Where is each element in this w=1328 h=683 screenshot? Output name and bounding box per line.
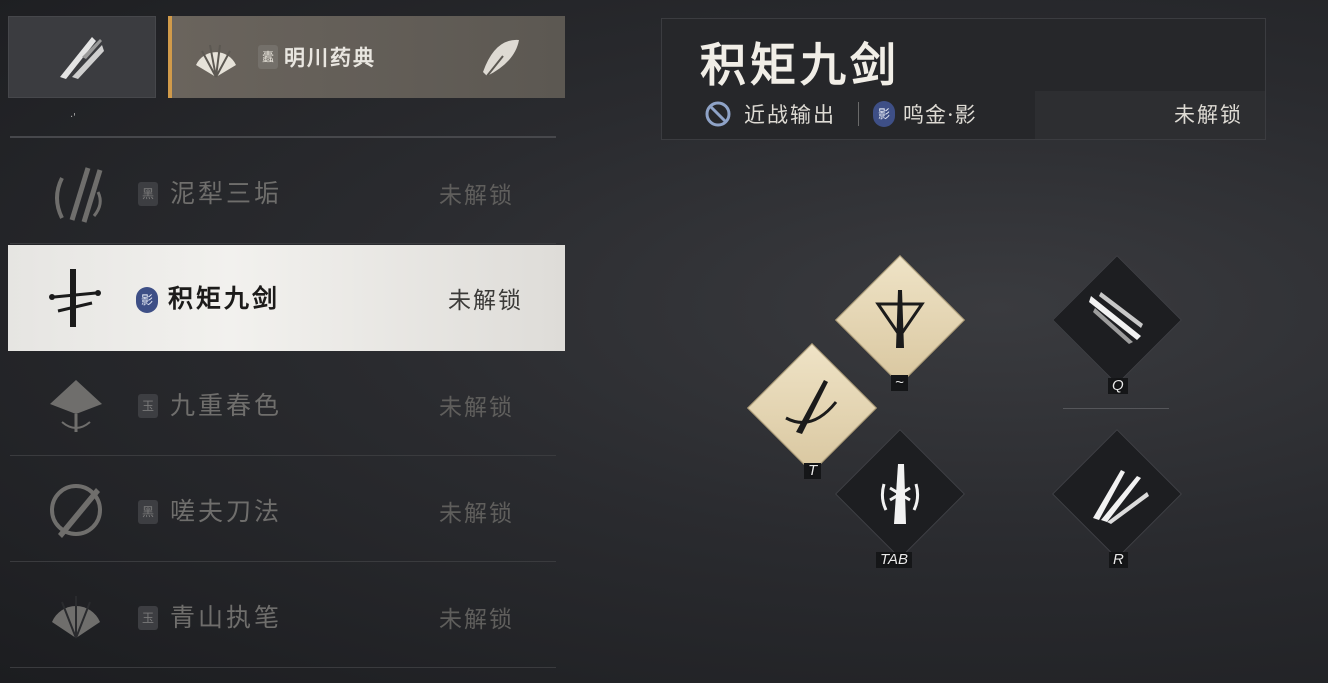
role-tag: 近战输出 [744, 103, 836, 127]
feather-fan-icon [483, 39, 519, 77]
list-item-name: 嗟夫刀法 [170, 497, 283, 526]
element-tag: 鸣金·影 [903, 103, 977, 127]
skill-tags: 近战输出 影 鸣金·影 [704, 99, 977, 129]
warrior-icon [880, 464, 920, 524]
list-item-status: 未解锁 [448, 288, 523, 314]
fan-icon [196, 44, 236, 78]
skill-tab[interactable]: TAB [834, 428, 966, 568]
school-badge: 黑 [138, 182, 158, 206]
school-badge: 玉 [138, 394, 158, 418]
multi-blade-icon [1093, 470, 1149, 524]
key-label: R [1109, 552, 1128, 568]
list-item[interactable]: 黑嗟夫刀法 未解锁 [10, 458, 556, 562]
list-item-status: 未解锁 [439, 501, 514, 527]
skill-tilde[interactable]: ~ [834, 254, 966, 391]
list-item-status: 未解锁 [439, 607, 514, 633]
category-tile-blades[interactable] [8, 16, 156, 98]
sword-cross-icon [49, 269, 101, 327]
list-item-name: 泥犁三垢 [170, 179, 283, 208]
circle-blade-icon [50, 484, 102, 538]
dash-strike-icon [1089, 292, 1143, 344]
list-item-name: 积矩九剑 [168, 284, 281, 313]
tag-separator [858, 102, 859, 126]
skill-r[interactable]: R [1051, 428, 1183, 568]
list-item[interactable]: 黑泥犁三垢 未解锁 [10, 140, 556, 244]
school-badge: 黑 [138, 500, 158, 524]
school-badge: 影 [136, 287, 158, 313]
tab-badge: 蠹 [258, 45, 278, 69]
page-indicator: ·' [70, 112, 76, 123]
tab-mingchuan-yaodian[interactable]: 蠹 明川药典 [168, 16, 565, 98]
list-divider [10, 136, 556, 138]
list-item-status: 未解锁 [439, 395, 514, 421]
tab-title: 明川药典 [284, 45, 376, 70]
school-badge: 玉 [138, 606, 158, 630]
skill-t[interactable]: T [746, 342, 878, 479]
list-item[interactable]: 玉青山执笔 未解锁 [10, 564, 556, 668]
fan-icon [52, 596, 100, 639]
list-item-status: 未解锁 [439, 183, 514, 209]
key-label: Q [1108, 378, 1128, 394]
melee-icon [705, 101, 731, 127]
list-item-name: 九重春色 [170, 391, 283, 420]
triangle-sword-icon [875, 290, 925, 348]
triple-slash-icon [55, 167, 103, 223]
list-item[interactable]: 玉九重春色 未解锁 [10, 352, 556, 456]
divider-line [1063, 408, 1169, 409]
umbrella-icon [50, 380, 102, 432]
sword-slash-icon [785, 380, 838, 434]
unlock-status: 未解锁 [1174, 103, 1243, 127]
skill-title: 积矩九剑 [700, 38, 900, 92]
key-label: T [804, 463, 822, 479]
key-label: ~ [891, 375, 908, 391]
blades-icon [60, 37, 104, 79]
skill-q[interactable]: Q [1051, 254, 1183, 394]
key-label: TAB [876, 552, 913, 568]
skill-info-panel: 积矩九剑 近战输出 影 鸣金·影 未解锁 [661, 18, 1266, 140]
element-badge: 影 [873, 101, 895, 127]
list-item-name: 青山执笔 [170, 603, 283, 632]
list-item[interactable]: 影积矩九剑 未解锁 [8, 245, 565, 351]
